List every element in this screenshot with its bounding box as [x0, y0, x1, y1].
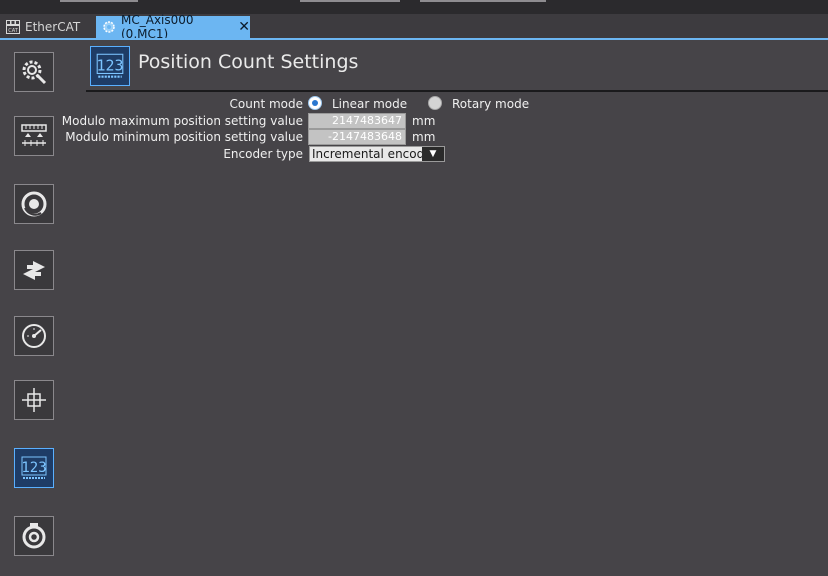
- encoder-type-select[interactable]: Incremental encoder ▼: [309, 146, 445, 162]
- linear-mode-radio[interactable]: [308, 96, 322, 110]
- sidebar-item-homing-settings[interactable]: [14, 380, 54, 420]
- chevron-down-icon[interactable]: ▼: [422, 147, 444, 161]
- rotary-mode-label[interactable]: Rotary mode: [452, 96, 529, 112]
- gear-search-icon: [22, 60, 47, 85]
- scale-ruler-icon: [21, 124, 47, 146]
- counter-123-icon: 123: [97, 53, 124, 78]
- modulo-min-field[interactable]: -2147483648: [308, 129, 406, 145]
- modulo-min-row: Modulo minimum position setting value -2…: [65, 129, 828, 145]
- header-icon-box: 123: [90, 46, 130, 86]
- tab-label: EtherCAT: [25, 20, 81, 34]
- header-divider: [86, 90, 828, 92]
- strip-segment: [300, 0, 400, 2]
- sidebar-item-operation-settings[interactable]: [14, 184, 54, 224]
- tab-label: MC_Axis000 (0,MC1): [121, 13, 194, 41]
- encoder-type-value: Incremental encoder: [312, 147, 437, 161]
- sidebar-item-axis-basic-settings[interactable]: [14, 52, 54, 92]
- modulo-max-field[interactable]: 2147483647: [308, 113, 406, 129]
- sidebar-item-unit-conversion[interactable]: [14, 116, 54, 156]
- count-mode-row: Count mode Linear mode Rotary mode: [86, 96, 828, 112]
- gear-icon: [103, 21, 115, 33]
- motor-icon: [21, 191, 47, 217]
- modulo-max-label: Modulo maximum position setting value: [61, 114, 303, 128]
- svg-text:CAT: CAT: [8, 28, 19, 34]
- counter-123-icon: 123: [21, 456, 47, 479]
- ethercat-icon: CAT: [6, 20, 20, 34]
- modulo-max-unit: mm: [412, 114, 436, 128]
- svg-text:123: 123: [97, 56, 124, 74]
- strip-segment: [60, 0, 138, 2]
- rotary-mode-radio[interactable]: [428, 96, 442, 110]
- svg-text:123: 123: [21, 460, 46, 476]
- crosshair-icon: [22, 388, 46, 412]
- tab-ethercat[interactable]: CAT EtherCAT: [0, 16, 92, 38]
- close-icon[interactable]: ✕: [238, 19, 250, 35]
- modulo-min-unit: mm: [412, 130, 436, 144]
- speedometer-icon: [22, 324, 46, 348]
- page-title: Position Count Settings: [138, 51, 359, 73]
- sidebar-item-limit-settings[interactable]: [14, 316, 54, 356]
- servo-drive-icon: [22, 523, 46, 549]
- sidebar-item-servo-drive-settings[interactable]: [14, 516, 54, 556]
- arrows-swap-icon: [23, 261, 45, 280]
- count-mode-label: Count mode: [229, 97, 303, 111]
- strip-segment: [420, 0, 546, 2]
- linear-mode-label[interactable]: Linear mode: [332, 96, 407, 112]
- encoder-type-row: Encoder type Incremental encoder ▼: [86, 146, 828, 162]
- sidebar-item-position-count-settings[interactable]: 123: [14, 448, 54, 488]
- page-header: 123 Position Count Settings: [86, 40, 828, 90]
- tab-bar: CAT EtherCAT MC_Axis000 (0,MC1) ✕: [0, 13, 828, 41]
- modulo-max-row: Modulo maximum position setting value 21…: [62, 113, 828, 129]
- window-top-strip: [0, 0, 828, 14]
- modulo-min-label: Modulo minimum position setting value: [65, 130, 303, 144]
- encoder-type-label: Encoder type: [223, 147, 303, 161]
- tab-mc-axis000[interactable]: MC_Axis000 (0,MC1) ✕: [96, 13, 250, 41]
- sidebar-item-other-operation-settings[interactable]: [14, 250, 54, 290]
